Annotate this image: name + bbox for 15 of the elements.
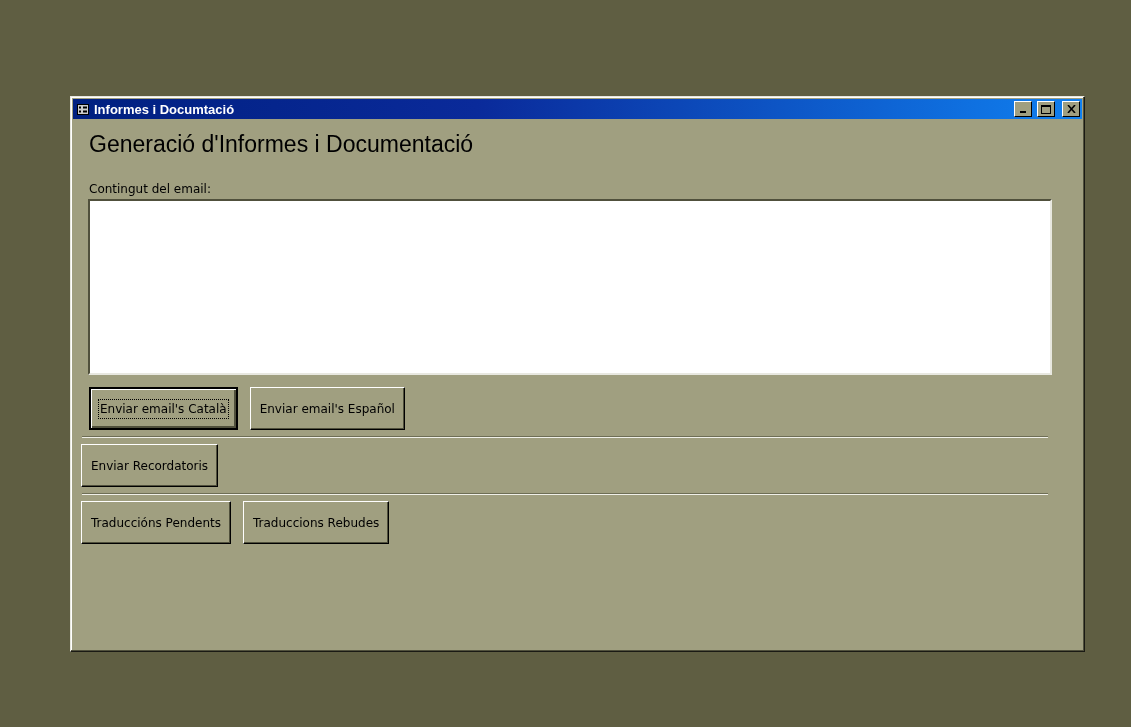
email-content-field[interactable] (88, 199, 1052, 375)
close-icon (1066, 105, 1076, 113)
action-button[interactable]: Traduccions Rebudes (243, 501, 390, 544)
maximize-icon (1041, 104, 1051, 114)
form-heading: Generació d'Informes i Documentació (89, 131, 475, 158)
action-button[interactable]: Enviar Recordatoris (81, 444, 219, 487)
maximize-button[interactable] (1037, 101, 1055, 117)
window-title: Informes i Documtació (94, 101, 236, 117)
close-button[interactable] (1062, 101, 1080, 117)
action-button[interactable]: Traduccións Pendents (81, 501, 231, 544)
action-button[interactable]: Enviar email's Català (89, 387, 238, 430)
field-label: Contingut del email: (89, 182, 212, 196)
minimize-button[interactable] (1014, 101, 1032, 117)
form-icon (77, 103, 89, 115)
action-button[interactable]: Enviar email's Español (249, 387, 405, 430)
